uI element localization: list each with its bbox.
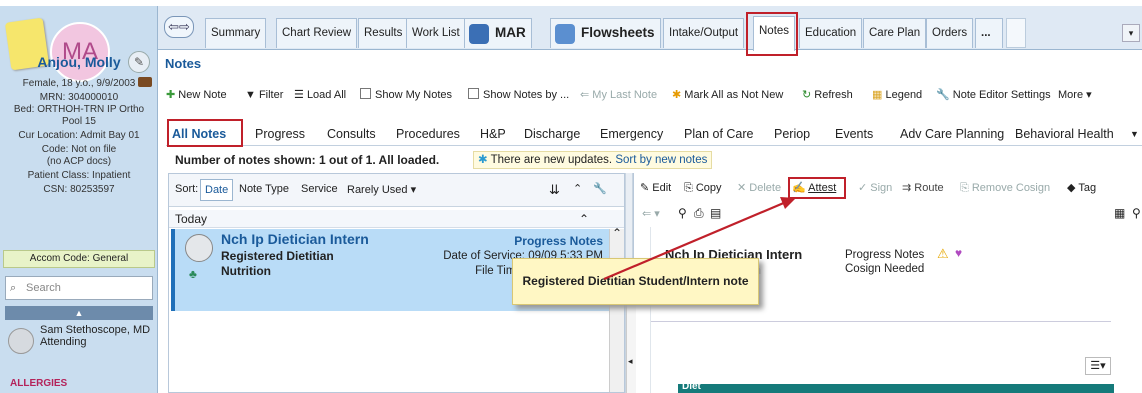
diet-section-header: Diet [678,381,1114,393]
annotation-arrow [603,197,796,281]
diet-section-label: Diet [682,381,701,392]
